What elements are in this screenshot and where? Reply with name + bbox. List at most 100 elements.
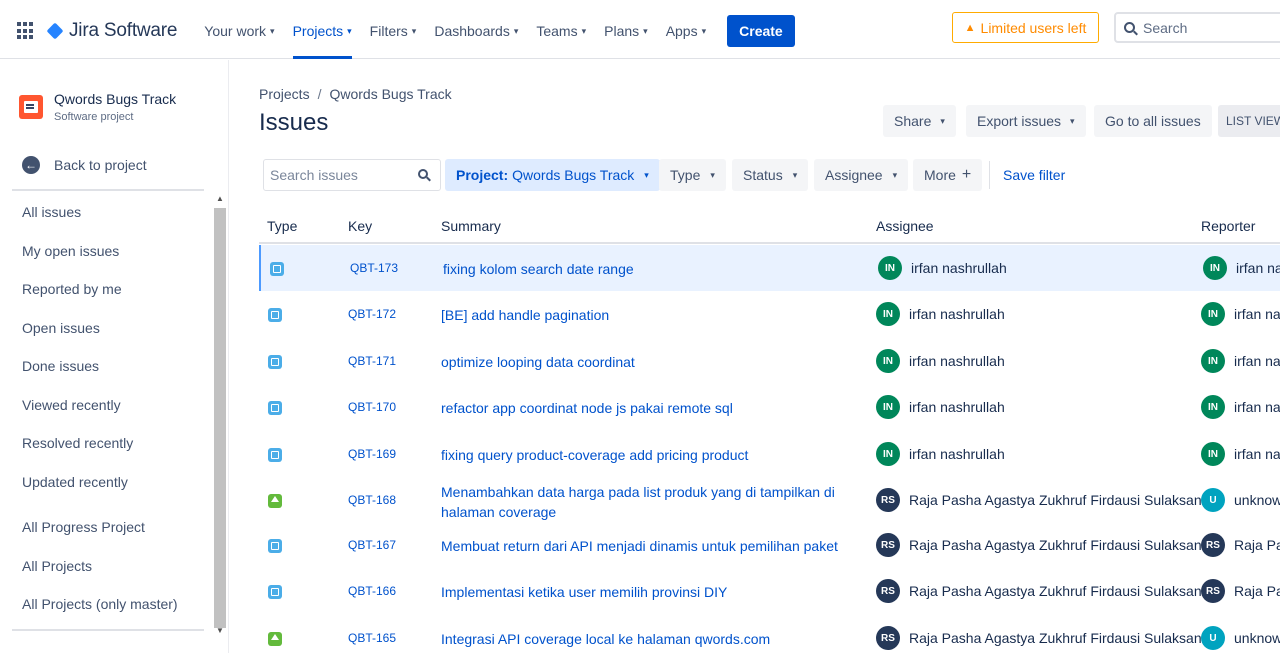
type-filter[interactable]: Type ▾ xyxy=(659,159,726,191)
sidebar-item-reported-by-me[interactable]: Reported by me xyxy=(22,281,122,297)
global-search-input[interactable]: Search xyxy=(1114,12,1280,43)
issue-summary-link[interactable]: fixing kolom search date range xyxy=(443,259,843,279)
avatar: IN xyxy=(1201,395,1225,419)
issue-summary-link[interactable]: optimize looping data coordinat xyxy=(441,352,841,372)
reporter[interactable]: Uunknow xyxy=(1201,626,1280,650)
sidebar-item-viewed-recently[interactable]: Viewed recently xyxy=(22,397,121,413)
table-row[interactable]: QBT-172 [BE] add handle pagination IN irfan… xyxy=(259,291,1280,337)
assignee[interactable]: IN irfan nashrullah xyxy=(876,395,1005,419)
avatar: RS xyxy=(876,626,900,650)
column-header-key[interactable]: Key xyxy=(348,218,372,234)
issue-key-link[interactable]: QBT-173 xyxy=(350,261,398,275)
issue-summary-link[interactable]: [BE] add handle pagination xyxy=(441,305,841,325)
avatar: IN xyxy=(876,442,900,466)
table-row[interactable]: QBT-171 optimize looping data coordinat IN… xyxy=(259,338,1280,384)
status-filter[interactable]: Status ▾ xyxy=(732,159,809,191)
assignee[interactable]: RS Raja Pasha Agastya Zukhruf Firdausi Su… xyxy=(876,626,1209,650)
assignee[interactable]: RS Raja Pasha Agastya Zukhruf Firdausi Su… xyxy=(876,488,1209,512)
sidebar-item-updated-recently[interactable]: Updated recently xyxy=(22,474,128,490)
reporter-name: unknow xyxy=(1234,492,1280,508)
chevron-down-icon: ▾ xyxy=(940,115,945,126)
sidebar-item-all-progress-project[interactable]: All Progress Project xyxy=(22,519,145,535)
export-issues-button[interactable]: Export issues ▾ xyxy=(966,105,1086,137)
issue-key-link[interactable]: QBT-166 xyxy=(348,584,396,598)
create-button[interactable]: Create xyxy=(727,15,795,47)
reporter[interactable]: Uunknow xyxy=(1201,488,1280,512)
issue-key-link[interactable]: QBT-172 xyxy=(348,307,396,321)
sidebar-item-done-issues[interactable]: Done issues xyxy=(22,358,99,374)
task-icon xyxy=(268,355,282,369)
more-filter[interactable]: More + xyxy=(913,159,983,191)
sidebar-item-all-issues[interactable]: All issues xyxy=(22,204,81,220)
reporter[interactable]: IN irfan na xyxy=(1203,256,1280,280)
save-filter-link[interactable]: Save filter xyxy=(1003,167,1065,183)
assignee[interactable]: IN irfan nashrullah xyxy=(876,349,1005,373)
reporter[interactable]: IN irfan na xyxy=(1201,349,1280,373)
arrow-left-icon: ← xyxy=(22,156,40,174)
assignee[interactable]: IN irfan nashrullah xyxy=(876,442,1005,466)
nav-dashboards[interactable]: Dashboards ▾ xyxy=(425,4,527,59)
back-to-project-link[interactable]: ← Back to project xyxy=(22,156,147,174)
issue-key-link[interactable]: QBT-171 xyxy=(348,354,396,368)
go-to-all-issues-button[interactable]: Go to all issues xyxy=(1094,105,1212,137)
column-header-type[interactable]: Type xyxy=(267,218,297,234)
column-header-summary[interactable]: Summary xyxy=(441,218,501,234)
scroll-down-icon[interactable]: ▼ xyxy=(216,626,224,635)
issue-summary-link[interactable]: Menambahkan data harga pada list produk … xyxy=(441,482,841,522)
issue-summary-link[interactable]: Implementasi ketika user memilih provins… xyxy=(441,582,841,602)
assignee[interactable]: RS Raja Pasha Agastya Zukhruf Firdausi Su… xyxy=(876,579,1209,603)
issue-key-link[interactable]: QBT-168 xyxy=(348,493,396,507)
app-switcher-icon[interactable] xyxy=(17,22,35,40)
issue-summary-link[interactable]: fixing query product-coverage add pricin… xyxy=(441,445,841,465)
table-row[interactable]: QBT-166 Implementasi ketika user memilih … xyxy=(259,568,1280,614)
issue-summary-link[interactable]: Membuat return dari API menjadi dinamis … xyxy=(441,536,841,556)
sidebar-scrollbar[interactable]: ▲ ▼ xyxy=(212,194,228,639)
assignee[interactable]: RS Raja Pasha Agastya Zukhruf Firdausi Su… xyxy=(876,533,1209,557)
issue-key-link[interactable]: QBT-169 xyxy=(348,447,396,461)
reporter[interactable]: IN irfan na xyxy=(1201,395,1280,419)
nav-your-work[interactable]: Your work ▾ xyxy=(195,4,283,59)
table-row[interactable]: QBT-165 Integrasi API coverage local ke h… xyxy=(259,615,1280,653)
reporter[interactable]: IN irfan na xyxy=(1201,442,1280,466)
nav-projects[interactable]: Projects ▾ xyxy=(284,4,361,59)
scroll-up-icon[interactable]: ▲ xyxy=(216,194,224,203)
project-name[interactable]: Qwords Bugs Track xyxy=(54,91,176,107)
sidebar-item-all-projects-only-master[interactable]: All Projects (only master) xyxy=(22,596,178,612)
sidebar-item-open-issues[interactable]: Open issues xyxy=(22,320,100,336)
column-header-reporter[interactable]: Reporter xyxy=(1201,218,1255,234)
divider xyxy=(989,161,990,189)
sidebar-item-my-open-issues[interactable]: My open issues xyxy=(22,243,119,259)
assignee[interactable]: IN irfan nashrullah xyxy=(876,302,1005,326)
table-row[interactable]: QBT-167 Membuat return dari API menjadi d… xyxy=(259,522,1280,568)
table-row[interactable]: QBT-170 refactor app coordinat node js pa… xyxy=(259,384,1280,430)
jira-logo[interactable]: Jira Software xyxy=(47,20,177,42)
sidebar-item-all-projects[interactable]: All Projects xyxy=(22,558,92,574)
share-button[interactable]: Share ▾ xyxy=(883,105,956,137)
issue-summary-link[interactable]: Integrasi API coverage local ke halaman … xyxy=(441,629,841,649)
issue-key-link[interactable]: QBT-167 xyxy=(348,538,396,552)
nav-teams[interactable]: Teams ▾ xyxy=(527,4,595,59)
nav-apps[interactable]: Apps ▾ xyxy=(657,4,715,59)
table-row[interactable]: QBT-169 fixing query product-coverage add… xyxy=(259,431,1280,477)
project-filter[interactable]: Project: Qwords Bugs Track ▾ xyxy=(445,159,660,191)
assignee[interactable]: IN irfan nashrullah xyxy=(878,256,1007,280)
reporter[interactable]: RS Raja Pas xyxy=(1201,533,1280,557)
reporter[interactable]: RS Raja Pas xyxy=(1201,579,1280,603)
issue-key-link[interactable]: QBT-170 xyxy=(348,400,396,414)
nav-plans[interactable]: Plans ▾ xyxy=(595,4,657,59)
breadcrumb-project[interactable]: Qwords Bugs Track xyxy=(329,86,451,102)
search-issues-input[interactable]: Search issues xyxy=(263,159,441,191)
breadcrumb-projects[interactable]: Projects xyxy=(259,86,310,102)
limited-users-button[interactable]: ▲ Limited users left xyxy=(952,12,1099,43)
issue-summary-link[interactable]: refactor app coordinat node js pakai rem… xyxy=(441,398,841,418)
list-view-button[interactable]: LIST VIEW xyxy=(1218,105,1280,137)
assignee-filter[interactable]: Assignee ▾ xyxy=(814,159,909,191)
nav-filters[interactable]: Filters ▾ xyxy=(361,4,426,59)
sidebar-item-resolved-recently[interactable]: Resolved recently xyxy=(22,435,133,451)
issue-key-link[interactable]: QBT-165 xyxy=(348,631,396,645)
table-row[interactable]: QBT-173 fixing kolom search date range IN i… xyxy=(259,245,1280,291)
scrollbar-thumb[interactable] xyxy=(214,208,226,628)
table-row[interactable]: QBT-168 Menambahkan data harga pada list … xyxy=(259,477,1280,523)
column-header-assignee[interactable]: Assignee xyxy=(876,218,934,234)
reporter[interactable]: IN irfan na xyxy=(1201,302,1280,326)
